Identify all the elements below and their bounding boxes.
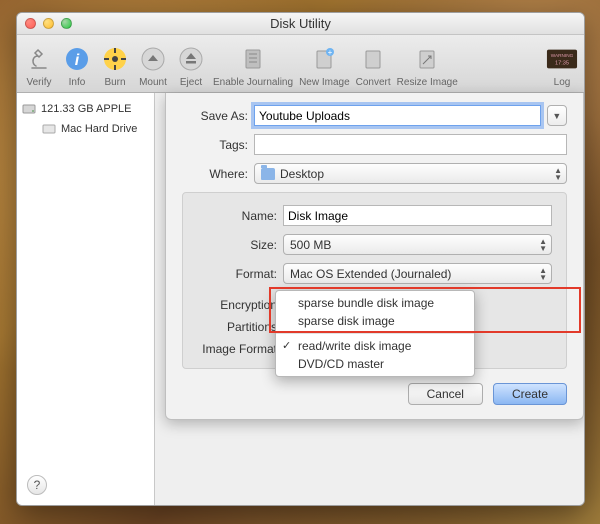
popup-arrows-icon: ▲▼: [539, 267, 547, 281]
toolbar-log-label: Log: [554, 77, 571, 88]
toolbar-new-image-label: New Image: [299, 77, 350, 88]
menu-item[interactable]: sparse disk image: [276, 312, 474, 330]
toolbar-eject-label: Eject: [180, 77, 202, 88]
burn-icon: [99, 43, 131, 75]
toolbar-resize[interactable]: Resize Image: [397, 43, 458, 88]
toolbar-journal-label: Enable Journaling: [213, 77, 293, 88]
popup-arrows-icon: ▲▼: [539, 238, 547, 252]
svg-text:i: i: [75, 52, 80, 69]
microscope-icon: [23, 43, 55, 75]
format-value: Mac OS Extended (Journaled): [290, 267, 451, 281]
volume-icon: [41, 121, 57, 137]
sidebar-volume-label: Mac Hard Drive: [61, 123, 137, 135]
toolbar-info[interactable]: i Info: [61, 43, 93, 88]
mount-icon: [137, 43, 169, 75]
log-icon: WARNING 17:35: [546, 43, 578, 75]
hard-disk-icon: [21, 101, 37, 117]
tags-label: Tags:: [182, 138, 254, 152]
resize-icon: [411, 43, 443, 75]
save-as-input[interactable]: [254, 105, 541, 126]
toolbar-verify-label: Verify: [26, 77, 51, 88]
toolbar-new-image[interactable]: + New Image: [299, 43, 350, 88]
toolbar-mount-label: Mount: [139, 77, 167, 88]
toolbar-verify[interactable]: Verify: [23, 43, 55, 88]
save-as-label: Save As:: [182, 109, 254, 123]
toolbar-convert[interactable]: Convert: [356, 43, 391, 88]
format-popup[interactable]: Mac OS Extended (Journaled) ▲▼: [283, 263, 552, 284]
checkmark-icon: ✓: [282, 339, 291, 352]
folder-icon: [261, 168, 275, 180]
help-button[interactable]: ?: [27, 475, 47, 495]
titlebar: Disk Utility: [17, 13, 584, 35]
convert-icon: [357, 43, 389, 75]
toolbar-mount[interactable]: Mount: [137, 43, 169, 88]
image-format-menu: sparse bundle disk image sparse disk ima…: [275, 290, 475, 377]
cancel-button[interactable]: Cancel: [408, 383, 483, 405]
menu-item[interactable]: DVD/CD master: [276, 355, 474, 373]
size-label: Size:: [197, 238, 283, 252]
menu-separator: [276, 333, 474, 334]
info-icon: i: [61, 43, 93, 75]
name-input[interactable]: [283, 205, 552, 226]
disclosure-button[interactable]: ▼: [547, 105, 567, 126]
toolbar-log[interactable]: WARNING 17:35 Log: [546, 43, 578, 88]
svg-text:+: +: [328, 48, 333, 57]
new-image-icon: +: [308, 43, 340, 75]
toolbar-burn[interactable]: Burn: [99, 43, 131, 88]
where-value: Desktop: [280, 167, 324, 181]
create-button[interactable]: Create: [493, 383, 567, 405]
toolbar-burn-label: Burn: [104, 77, 125, 88]
encryption-label: Encryption: [197, 298, 283, 312]
size-popup[interactable]: 500 MB ▲▼: [283, 234, 552, 255]
svg-text:WARNING: WARNING: [551, 53, 574, 58]
toolbar-convert-label: Convert: [356, 77, 391, 88]
sidebar: 121.33 GB APPLE Mac Hard Drive: [17, 93, 155, 505]
help-icon: ?: [34, 478, 41, 492]
journal-icon: [237, 43, 269, 75]
menu-item[interactable]: sparse bundle disk image: [276, 294, 474, 312]
eject-icon: [175, 43, 207, 75]
popup-arrows-icon: ▲▼: [554, 167, 562, 181]
format-label: Format:: [197, 267, 283, 281]
disk-utility-window: Disk Utility Verify i Info Burn Mount Ej…: [16, 12, 585, 506]
toolbar-journal[interactable]: Enable Journaling: [213, 43, 293, 88]
svg-text:17:35: 17:35: [555, 61, 569, 67]
tags-input[interactable]: [254, 134, 567, 155]
sidebar-disk-row[interactable]: 121.33 GB APPLE: [17, 99, 154, 119]
size-value: 500 MB: [290, 238, 331, 252]
sidebar-disk-label: 121.33 GB APPLE: [41, 103, 132, 115]
toolbar-info-label: Info: [69, 77, 86, 88]
toolbar-resize-label: Resize Image: [397, 77, 458, 88]
where-label: Where:: [182, 167, 254, 181]
sidebar-volume-row[interactable]: Mac Hard Drive: [17, 119, 154, 139]
image-format-label: Image Format: [197, 342, 283, 356]
where-popup[interactable]: Desktop ▲▼: [254, 163, 567, 184]
partitions-label: Partitions: [197, 320, 283, 334]
toolbar: Verify i Info Burn Mount Eject Enable Jo…: [17, 35, 584, 93]
window-title: Disk Utility: [17, 16, 584, 31]
menu-item[interactable]: ✓read/write disk image: [276, 337, 474, 355]
toolbar-eject[interactable]: Eject: [175, 43, 207, 88]
name-label: Name:: [197, 209, 283, 223]
